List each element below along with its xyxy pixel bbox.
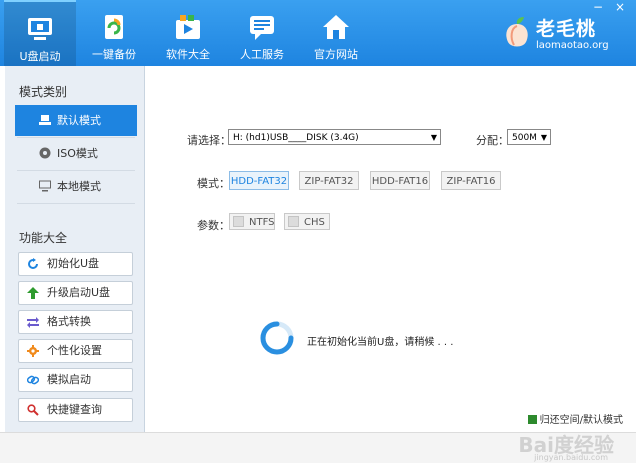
home-icon	[323, 15, 349, 39]
close-button[interactable]: ×	[612, 0, 628, 14]
chat-service-icon	[250, 16, 274, 40]
restore-label: 归还空间/默认模式	[539, 415, 623, 426]
brand-title: 老毛桃	[536, 18, 597, 40]
usb-icon	[39, 115, 51, 125]
swap-icon	[27, 317, 39, 328]
loading-spinner-icon	[260, 321, 294, 355]
peach-logo-icon	[506, 17, 528, 47]
checkbox-label: CHS	[304, 217, 325, 228]
ntfs-checkbox[interactable]: NTFS	[229, 213, 275, 230]
mode-label: ISO模式	[57, 147, 98, 160]
func-label: 格式转换	[47, 315, 91, 328]
nav-label: 官方网站	[314, 48, 358, 61]
nav-label: 一键备份	[92, 48, 136, 61]
app-header: U盘启动 一键备份 软件大全 人工服务 官方网站 老毛桃 laomaotao.o…	[0, 0, 636, 66]
nav-label: 人工服务	[240, 48, 284, 61]
upgrade-usb-button[interactable]: 升级启动U盘	[18, 281, 133, 305]
simulate-boot-button[interactable]: 模拟启动	[18, 368, 133, 392]
nav-website[interactable]: 官方网站	[300, 6, 372, 62]
func-label: 个性化设置	[47, 344, 102, 357]
disk-select-value: H: (hd1)USB____DISK (3.4G)	[233, 133, 359, 143]
param-label: 参数：	[197, 219, 230, 232]
func-section-title: 功能大全	[19, 231, 68, 245]
software-icon	[176, 15, 200, 39]
chevron-down-icon: ▼	[430, 133, 437, 142]
watermark-url: jingyan.baidu.com	[534, 453, 608, 462]
mode-default[interactable]: 默认模式	[15, 105, 137, 136]
nav-usb-boot[interactable]: U盘启动	[4, 0, 76, 66]
status-message: 正在初始化当前U盘，请稍候 . . .	[307, 337, 454, 348]
alloc-label: 分配：	[476, 134, 509, 147]
alloc-select-value: 500M	[512, 133, 537, 143]
nav-service[interactable]: 人工服务	[226, 6, 298, 62]
func-label: 快捷键查询	[47, 403, 102, 416]
func-label: 模拟启动	[47, 373, 91, 386]
checkbox-label: NTFS	[249, 217, 275, 228]
hotkey-query-button[interactable]: 快捷键查询	[18, 398, 133, 422]
gear-icon	[27, 345, 39, 357]
mode-hdd-fat32[interactable]: HDD-FAT32	[229, 171, 289, 190]
refresh-icon	[28, 258, 38, 269]
mode-label: 默认模式	[57, 114, 101, 127]
search-icon	[27, 404, 39, 416]
disc-icon	[39, 147, 51, 159]
chs-checkbox[interactable]: CHS	[284, 213, 330, 230]
format-convert-button[interactable]: 格式转换	[18, 310, 133, 334]
mode-local[interactable]: 本地模式	[15, 171, 137, 202]
init-usb-button[interactable]: 初始化U盘	[18, 252, 133, 276]
monitor-icon	[39, 180, 51, 192]
disk-select[interactable]: H: (hd1)USB____DISK (3.4G) ▼	[228, 129, 441, 145]
mode-label: 本地模式	[57, 180, 101, 193]
checkbox-box	[288, 216, 299, 227]
minimize-button[interactable]: −	[590, 0, 606, 14]
restore-space-button[interactable]: 归还空间/默认模式	[527, 411, 623, 426]
link-icon	[27, 375, 39, 385]
mode-section-title: 模式类别	[19, 85, 68, 99]
mode-zip-fat32[interactable]: ZIP-FAT32	[299, 171, 359, 190]
mode-iso[interactable]: ISO模式	[15, 138, 137, 169]
usb-monitor-icon	[28, 18, 52, 40]
nav-software[interactable]: 软件大全	[152, 6, 224, 62]
sidebar: 模式类别 默认模式 ISO模式 本地模式 功能大全 初始化U盘 升级启动U盘 格…	[5, 66, 145, 432]
mode-label: 模式：	[197, 177, 230, 190]
backup-icon	[105, 15, 123, 39]
disk-select-label: 请选择：	[187, 134, 231, 147]
mode-hdd-fat16[interactable]: HDD-FAT16	[370, 171, 430, 190]
divider	[17, 203, 135, 204]
main-panel: 请选择： H: (hd1)USB____DISK (3.4G) ▼ 分配： 50…	[145, 66, 631, 432]
alloc-select[interactable]: 500M ▼	[507, 129, 551, 145]
func-label: 升级启动U盘	[47, 286, 111, 299]
brand-url: laomaotao.org	[536, 40, 609, 51]
nav-label: U盘启动	[19, 50, 61, 63]
mode-zip-fat16[interactable]: ZIP-FAT16	[441, 171, 501, 190]
brand-logo: 老毛桃 laomaotao.org	[502, 12, 612, 56]
personalize-button[interactable]: 个性化设置	[18, 339, 133, 363]
nav-label: 软件大全	[166, 48, 210, 61]
func-label: 初始化U盘	[47, 257, 100, 270]
arrow-up-icon	[27, 287, 39, 299]
nav-backup[interactable]: 一键备份	[78, 6, 150, 62]
checkbox-box	[233, 216, 244, 227]
chevron-down-icon: ▼	[540, 133, 547, 142]
restore-icon	[527, 415, 537, 424]
